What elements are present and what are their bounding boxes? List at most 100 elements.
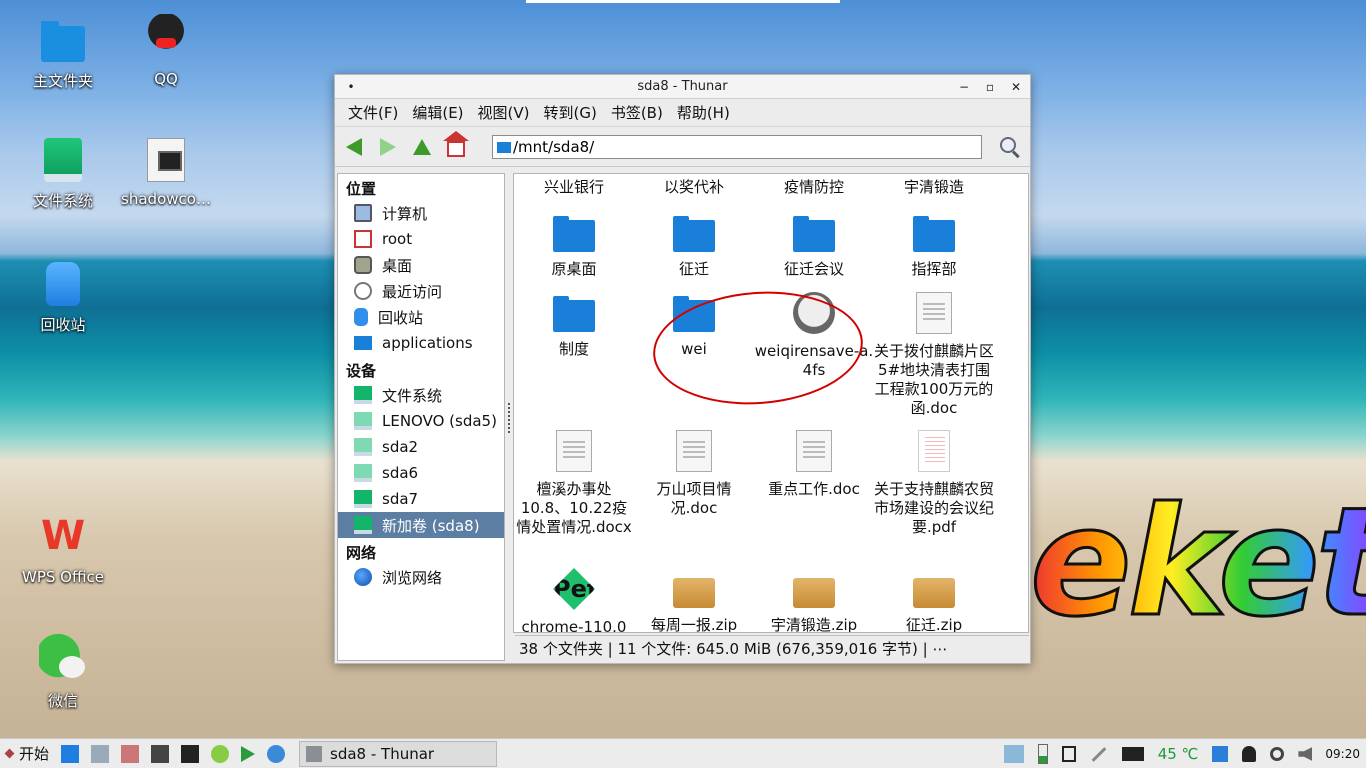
menu-edit[interactable]: 编辑(E) <box>412 102 463 123</box>
desktop-icon-wechat[interactable]: 微信 <box>3 634 123 711</box>
sidebar-item-sda5[interactable]: LENOVO (sda5) <box>338 408 504 434</box>
settings-icon[interactable] <box>151 744 170 763</box>
clock[interactable]: 09:20 <box>1325 747 1360 761</box>
browser-icon[interactable] <box>211 744 230 763</box>
desktop-icon-home[interactable]: 主文件夹 <box>3 20 123 91</box>
drive-icon <box>354 516 372 534</box>
network-icon[interactable] <box>1212 746 1229 762</box>
image-viewer-icon[interactable] <box>91 744 110 763</box>
location-bar[interactable]: /mnt/sda8/ <box>492 135 982 159</box>
file-item[interactable]: 原桌面 <box>514 212 634 279</box>
minimize-button[interactable]: − <box>956 79 972 95</box>
sidebar-item-sda8[interactable]: 新加卷 (sda8) <box>338 512 504 538</box>
sidebar-item-computer[interactable]: 计算机 <box>338 200 504 226</box>
sidebar-item-sda2[interactable]: sda2 <box>338 434 504 460</box>
sidebar-item-trash[interactable]: 回收站 <box>338 304 504 330</box>
taskbar-window-button[interactable]: sda8 - Thunar <box>299 740 498 767</box>
drive-icon <box>354 464 372 482</box>
document-icon <box>916 292 952 334</box>
title-bar[interactable]: • sda8 - Thunar − ▫ ✕ <box>335 75 1030 99</box>
file-name: 征迁会议 <box>783 260 844 278</box>
file-item[interactable]: 征迁 <box>634 212 754 279</box>
file-item[interactable]: Pet chrome-110.0 <box>514 568 634 632</box>
pen-icon[interactable] <box>1091 746 1107 762</box>
sidebar-item-root[interactable]: root <box>338 226 504 252</box>
thunar-window[interactable]: • sda8 - Thunar − ▫ ✕ 文件(F) 编辑(E) 视图(V) … <box>334 74 1031 664</box>
media-player-icon[interactable] <box>241 745 256 762</box>
sidebar-item-browse-network[interactable]: 浏览网络 <box>338 564 504 590</box>
bell-icon[interactable] <box>1242 746 1257 762</box>
power-icon[interactable] <box>1270 747 1285 761</box>
menu-help[interactable]: 帮助(H) <box>677 102 730 123</box>
sidebar-item-sda6[interactable]: sda6 <box>338 460 504 486</box>
volume-icon[interactable] <box>1298 747 1313 761</box>
folder-icon <box>553 216 595 252</box>
sidebar-item-desktop[interactable]: 桌面 <box>338 252 504 278</box>
menu-view[interactable]: 视图(V) <box>478 102 530 123</box>
file-item[interactable]: 兴业银行 <box>514 178 634 197</box>
file-item[interactable]: 檀溪办事处10.8、10.22疫情处置情况.docx <box>514 430 634 537</box>
menu-bookmarks[interactable]: 书签(B) <box>611 102 663 123</box>
show-desktop-icon[interactable] <box>61 744 80 763</box>
file-name: 制度 <box>558 340 589 358</box>
file-name: 疫情防控 <box>783 178 844 196</box>
start-label: 开始 <box>19 745 50 763</box>
file-item[interactable]: 每周一报.zip <box>634 568 754 633</box>
file-item[interactable]: 宇清锻造 <box>874 178 994 197</box>
desktop-icon-wps[interactable]: W WPS Office <box>3 512 123 586</box>
sidebar-item-label: 回收站 <box>378 308 424 327</box>
archive-icon <box>913 578 955 608</box>
devices-header: 设备 <box>346 362 377 380</box>
sidebar-item-label: sda6 <box>382 464 419 482</box>
desktop-icon-filesystem[interactable]: 文件系统 <box>3 138 123 211</box>
file-item[interactable]: 征迁会议 <box>754 212 874 279</box>
forward-button[interactable] <box>377 136 399 158</box>
search-icon[interactable] <box>1000 137 1020 157</box>
sidebar-item-label: 文件系统 <box>382 386 443 405</box>
file-item[interactable]: 关于支持麒麟农贸市场建设的会议纪要.pdf <box>874 430 994 537</box>
sidebar-item-label: 桌面 <box>382 256 413 275</box>
sidebar-item-applications[interactable]: applications <box>338 330 504 356</box>
drive-icon <box>44 138 82 182</box>
keyboard-icon[interactable] <box>1121 747 1144 761</box>
menu-go[interactable]: 转到(G) <box>544 102 597 123</box>
globe-icon[interactable] <box>267 744 286 763</box>
file-item[interactable]: 宇清锻造.zip <box>754 568 874 632</box>
temperature-readout: 45 ℃ <box>1157 745 1199 763</box>
desktop-icon-trash[interactable]: 回收站 <box>3 262 123 335</box>
up-button[interactable] <box>411 136 433 158</box>
places-header: 位置 <box>346 180 377 198</box>
file-manager-icon[interactable] <box>121 744 140 763</box>
home-button[interactable] <box>443 130 469 158</box>
sidebar-item-recent[interactable]: 最近访问 <box>338 278 504 304</box>
drive-icon <box>354 490 372 508</box>
file-item[interactable]: 制度 <box>514 292 634 359</box>
sidebar-item-sda7[interactable]: sda7 <box>338 486 504 512</box>
sidebar-item-filesystem[interactable]: 文件系统 <box>338 382 504 408</box>
start-button[interactable]: 开始 <box>0 743 49 764</box>
pdf-icon <box>918 430 950 472</box>
file-item[interactable]: 指挥部 <box>874 212 994 279</box>
file-item[interactable]: 万山项目情况.doc <box>634 430 754 518</box>
file-name: 檀溪办事处10.8、10.22疫情处置情况.docx <box>516 480 632 536</box>
menu-file[interactable]: 文件(F) <box>348 102 398 123</box>
back-button[interactable] <box>343 136 365 158</box>
file-item[interactable]: 征迁.zip <box>874 568 994 632</box>
close-button[interactable]: ✕ <box>1008 79 1024 95</box>
desktop-icon-qq[interactable]: QQ <box>106 14 226 88</box>
terminal-icon[interactable] <box>181 744 200 763</box>
desktop-icon-label: QQ <box>154 70 178 88</box>
desktop-icon <box>354 256 372 274</box>
pane-splitter-handle[interactable] <box>508 403 512 433</box>
file-item[interactable]: 以奖代补 <box>634 178 754 197</box>
archive-icon <box>793 578 835 608</box>
file-name: 关于拨付麒麟片区5#地块清表打围工程款100万元的函.doc <box>874 342 995 417</box>
file-name: 每周一报.zip <box>650 616 738 633</box>
file-item[interactable]: 疫情防控 <box>754 178 874 197</box>
desktop-switcher-icon[interactable] <box>1003 745 1024 763</box>
file-item[interactable]: 关于拨付麒麟片区5#地块清表打围工程款100万元的函.doc <box>874 292 994 418</box>
clipboard-icon[interactable] <box>1061 746 1076 762</box>
file-item[interactable]: 重点工作.doc <box>754 430 874 499</box>
maximize-button[interactable]: ▫ <box>982 79 998 95</box>
desktop-icon-shadowco[interactable]: shadowco… <box>106 138 226 208</box>
